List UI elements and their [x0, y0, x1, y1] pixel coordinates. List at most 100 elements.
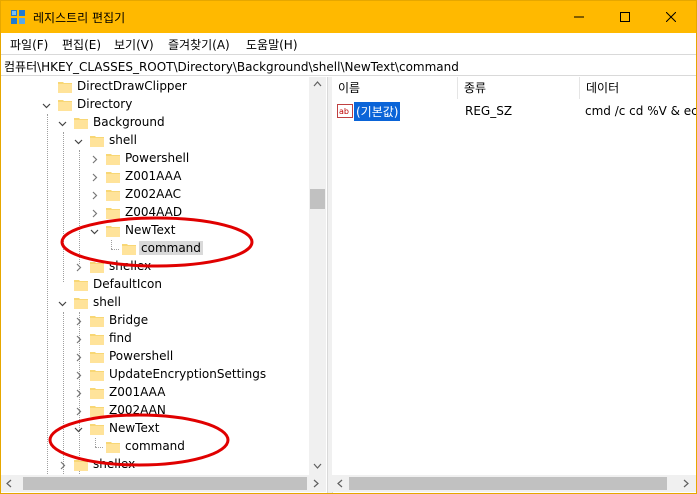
tree-item-z004aad[interactable]: Z004AAD — [125, 205, 182, 219]
scroll-up-icon[interactable] — [313, 81, 322, 87]
column-header-data[interactable]: 데이터 — [580, 77, 696, 99]
tree-connector — [79, 150, 81, 264]
maximize-icon — [620, 12, 630, 22]
folder-icon — [90, 262, 104, 273]
folder-icon — [74, 280, 88, 291]
folder-icon — [74, 298, 88, 309]
tree-item-newtext-2[interactable]: NewText — [109, 421, 159, 435]
key-tree[interactable]: DirectDrawClipper Directory Background s… — [1, 77, 328, 475]
folder-icon — [58, 82, 72, 93]
svg-text:ab: ab — [339, 107, 349, 116]
tree-item-defaulticon[interactable]: DefaultIcon — [93, 277, 162, 291]
scroll-right-icon[interactable] — [683, 479, 689, 488]
tree-item-z001aaa[interactable]: Z001AAA — [125, 169, 181, 183]
chevron-right-icon[interactable] — [58, 461, 67, 470]
chevron-right-icon[interactable] — [74, 263, 83, 272]
scroll-down-icon[interactable] — [313, 463, 322, 469]
values-list[interactable]: 이름 종류 데이터 ab (기본값) REG_SZ cmd /c cd %V &… — [332, 77, 696, 475]
tree-vertical-scroll-thumb[interactable] — [310, 189, 325, 209]
folder-icon — [90, 334, 104, 345]
menu-favorites[interactable]: 즐겨찾기(A) — [168, 36, 230, 53]
chevron-right-icon[interactable] — [74, 317, 83, 326]
minimize-button[interactable] — [556, 1, 602, 33]
tree-item-shell-2[interactable]: shell — [93, 295, 121, 309]
scroll-left-icon[interactable] — [337, 479, 343, 488]
menu-bar: 파일(F) 편집(E) 보기(V) 즐겨찾기(A) 도움말(H) — [1, 33, 696, 53]
value-type-cell: REG_SZ — [465, 104, 513, 118]
tree-horizontal-scrollbar[interactable] — [1, 475, 326, 492]
value-data-cell: cmd /c cd %V & ec — [585, 104, 696, 118]
menu-edit[interactable]: 편집(E) — [62, 36, 101, 53]
tree-item-newtext[interactable]: NewText — [125, 223, 175, 237]
chevron-right-icon[interactable] — [90, 173, 99, 182]
folder-icon — [106, 190, 120, 201]
tree-item-powershell[interactable]: Powershell — [125, 151, 189, 165]
folder-icon — [90, 424, 104, 435]
chevron-down-icon[interactable] — [58, 119, 67, 128]
tree-item-background[interactable]: Background — [93, 115, 165, 129]
folder-icon — [90, 370, 104, 381]
close-icon — [666, 12, 676, 22]
tree-item-command-2[interactable]: command — [125, 439, 185, 453]
tree-connector — [111, 249, 119, 251]
folder-icon — [74, 118, 88, 129]
chevron-right-icon[interactable] — [74, 335, 83, 344]
tree-item-shellex[interactable]: shellex — [109, 259, 151, 273]
maximize-button[interactable] — [602, 1, 648, 33]
address-path[interactable]: 컴퓨터\HKEY_CLASSES_ROOT\Directory\Backgrou… — [4, 58, 459, 75]
tree-vertical-scrollbar[interactable] — [309, 77, 326, 475]
chevron-right-icon[interactable] — [74, 389, 83, 398]
menu-view[interactable]: 보기(V) — [114, 36, 154, 53]
tree-item-directory[interactable]: Directory — [77, 97, 132, 111]
list-horizontal-scrollbar[interactable] — [332, 475, 696, 492]
column-header-type[interactable]: 종류 — [458, 77, 580, 99]
address-bar[interactable]: 컴퓨터\HKEY_CLASSES_ROOT\Directory\Backgrou… — [1, 54, 696, 76]
list-horizontal-scroll-thumb[interactable] — [349, 477, 667, 490]
folder-icon — [90, 136, 104, 147]
tree-item-z002aac[interactable]: Z002AAC — [125, 187, 181, 201]
value-name-cell[interactable]: (기본값) — [352, 101, 402, 122]
tree-item-z001aaa-2[interactable]: Z001AAA — [109, 385, 165, 399]
folder-icon — [106, 208, 120, 219]
folder-icon — [90, 316, 104, 327]
tree-item-bridge[interactable]: Bridge — [109, 313, 148, 327]
tree-item-powershell-2[interactable]: Powershell — [109, 349, 173, 363]
chevron-right-icon[interactable] — [74, 371, 83, 380]
folder-icon — [90, 352, 104, 363]
menu-help[interactable]: 도움말(H) — [246, 36, 298, 53]
tree-item-find[interactable]: find — [109, 331, 132, 345]
chevron-right-icon[interactable] — [74, 353, 83, 362]
minimize-icon — [574, 16, 584, 18]
tree-item-directdrawclipper[interactable]: DirectDrawClipper — [77, 79, 187, 93]
chevron-down-icon[interactable] — [90, 227, 99, 236]
tree-connector — [111, 240, 113, 249]
scroll-left-icon[interactable] — [6, 479, 12, 488]
tree-item-shell[interactable]: shell — [109, 133, 137, 147]
tree-connector — [95, 438, 97, 447]
chevron-right-icon[interactable] — [90, 209, 99, 218]
close-button[interactable] — [648, 1, 694, 33]
tree-item-command-selected[interactable]: command — [139, 241, 203, 255]
chevron-right-icon[interactable] — [74, 407, 83, 416]
chevron-right-icon[interactable] — [90, 191, 99, 200]
chevron-down-icon[interactable] — [74, 425, 83, 434]
tree-item-updateencryptionsettings[interactable]: UpdateEncryptionSettings — [109, 367, 266, 381]
chevron-down-icon[interactable] — [74, 137, 83, 146]
scroll-right-icon[interactable] — [313, 479, 319, 488]
column-header-name[interactable]: 이름 — [332, 77, 458, 99]
chevron-right-icon[interactable] — [90, 155, 99, 164]
title-bar[interactable]: 레지스트리 편집기 — [1, 1, 696, 33]
folder-icon — [74, 460, 88, 471]
tree-item-shellex-2[interactable]: shellex — [93, 457, 135, 471]
folder-icon — [106, 442, 120, 453]
menu-file[interactable]: 파일(F) — [10, 36, 48, 53]
registry-editor-window: 레지스트리 편집기 파일(F) 편집(E) 보기(V) 즐겨찾기(A) 도움말(… — [0, 0, 697, 494]
tree-horizontal-scroll-thumb[interactable] — [23, 477, 307, 490]
window-title: 레지스트리 편집기 — [33, 11, 126, 25]
folder-icon — [106, 154, 120, 165]
chevron-down-icon[interactable] — [58, 299, 67, 308]
tree-connector — [63, 312, 65, 474]
folder-icon — [106, 172, 120, 183]
tree-item-z002aan[interactable]: Z002AAN — [109, 403, 166, 417]
chevron-down-icon[interactable] — [42, 101, 51, 110]
